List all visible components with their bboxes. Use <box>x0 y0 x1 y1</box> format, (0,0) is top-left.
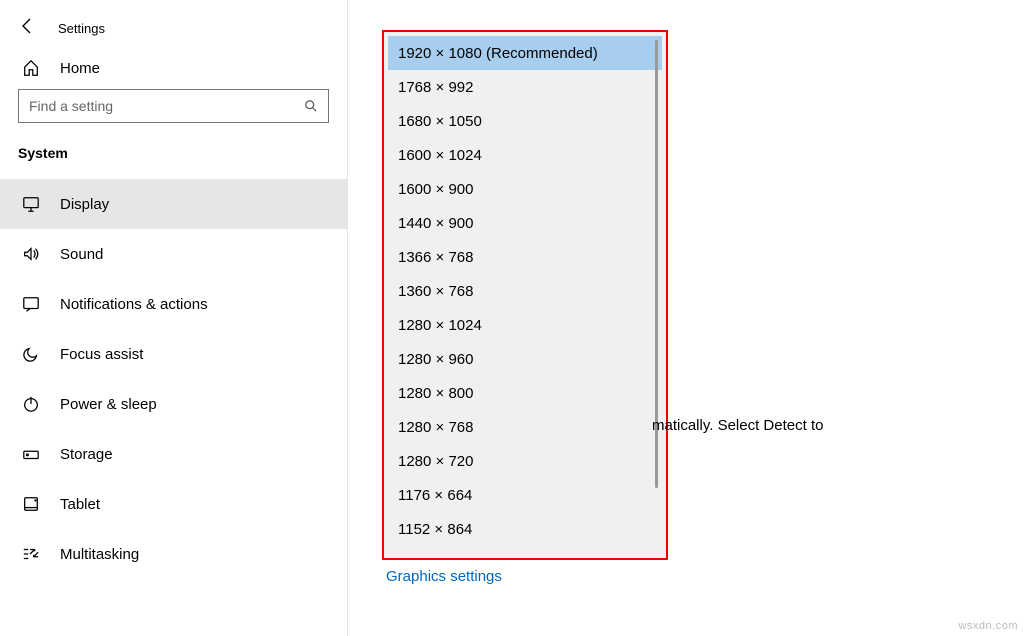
graphics-settings-link[interactable]: Graphics settings <box>386 568 502 585</box>
focus-assist-icon <box>22 345 40 363</box>
notifications-icon <box>22 295 40 313</box>
nav-label: Display <box>60 196 109 213</box>
resolution-option[interactable]: 1920 × 1080 (Recommended) <box>388 36 662 70</box>
sound-icon <box>22 245 40 263</box>
settings-title: Settings <box>58 21 105 36</box>
nav-label: Sound <box>60 246 103 263</box>
nav-label: Multitasking <box>60 546 139 563</box>
search-input[interactable]: Find a setting <box>18 89 329 123</box>
nav-label: Storage <box>60 446 113 463</box>
tablet-icon <box>22 495 40 513</box>
resolution-option[interactable]: 1600 × 1024 <box>388 138 662 172</box>
nav-label: Focus assist <box>60 346 143 363</box>
resolution-dropdown[interactable]: 1920 × 1080 (Recommended) 1768 × 992 168… <box>382 30 668 560</box>
resolution-option[interactable]: 1280 × 800 <box>388 376 662 410</box>
nav-label: Notifications & actions <box>60 296 208 313</box>
resolution-option[interactable]: 1280 × 720 <box>388 444 662 478</box>
nav-label: Tablet <box>60 496 100 513</box>
main-content: 1920 × 1080 (Recommended) 1768 × 992 168… <box>348 0 1024 636</box>
search-wrap: Find a setting <box>0 89 347 137</box>
home-label: Home <box>60 60 100 77</box>
display-icon <box>22 195 40 213</box>
resolution-option[interactable]: 1360 × 768 <box>388 274 662 308</box>
nav-item-multitasking[interactable]: Multitasking <box>0 529 347 579</box>
watermark: wsxdn.com <box>958 620 1018 632</box>
nav-label: Power & sleep <box>60 396 157 413</box>
resolution-option[interactable]: 1280 × 960 <box>388 342 662 376</box>
search-placeholder: Find a setting <box>29 98 113 114</box>
header-row: Settings <box>0 8 347 49</box>
nav-item-tablet[interactable]: Tablet <box>0 479 347 529</box>
resolution-option[interactable]: 1680 × 1050 <box>388 104 662 138</box>
resolution-list: 1920 × 1080 (Recommended) 1768 × 992 168… <box>388 36 662 554</box>
nav-item-power-sleep[interactable]: Power & sleep <box>0 379 347 429</box>
nav-item-sound[interactable]: Sound <box>0 229 347 279</box>
power-icon <box>22 395 40 413</box>
resolution-option[interactable]: 1280 × 768 <box>388 410 662 444</box>
detect-info-text: matically. Select Detect to <box>652 417 823 434</box>
settings-sidebar: Settings Home Find a setting System Disp… <box>0 0 348 636</box>
resolution-option[interactable]: 1152 × 864 <box>388 512 662 546</box>
nav-item-display[interactable]: Display <box>0 179 347 229</box>
back-arrow-icon[interactable] <box>20 18 36 39</box>
storage-icon <box>22 445 40 463</box>
resolution-option[interactable]: 1600 × 900 <box>388 172 662 206</box>
nav-item-notifications[interactable]: Notifications & actions <box>0 279 347 329</box>
home-nav-item[interactable]: Home <box>0 49 347 89</box>
category-label: System <box>0 137 347 179</box>
home-icon <box>22 59 40 77</box>
resolution-option[interactable]: 1280 × 1024 <box>388 308 662 342</box>
resolution-option[interactable]: 1768 × 992 <box>388 70 662 104</box>
resolution-option[interactable]: 1440 × 900 <box>388 206 662 240</box>
search-icon <box>304 99 318 113</box>
resolution-option[interactable]: 1176 × 664 <box>388 478 662 512</box>
nav-item-storage[interactable]: Storage <box>0 429 347 479</box>
nav-item-focus-assist[interactable]: Focus assist <box>0 329 347 379</box>
multitasking-icon <box>22 545 40 563</box>
resolution-option[interactable]: 1366 × 768 <box>388 240 662 274</box>
